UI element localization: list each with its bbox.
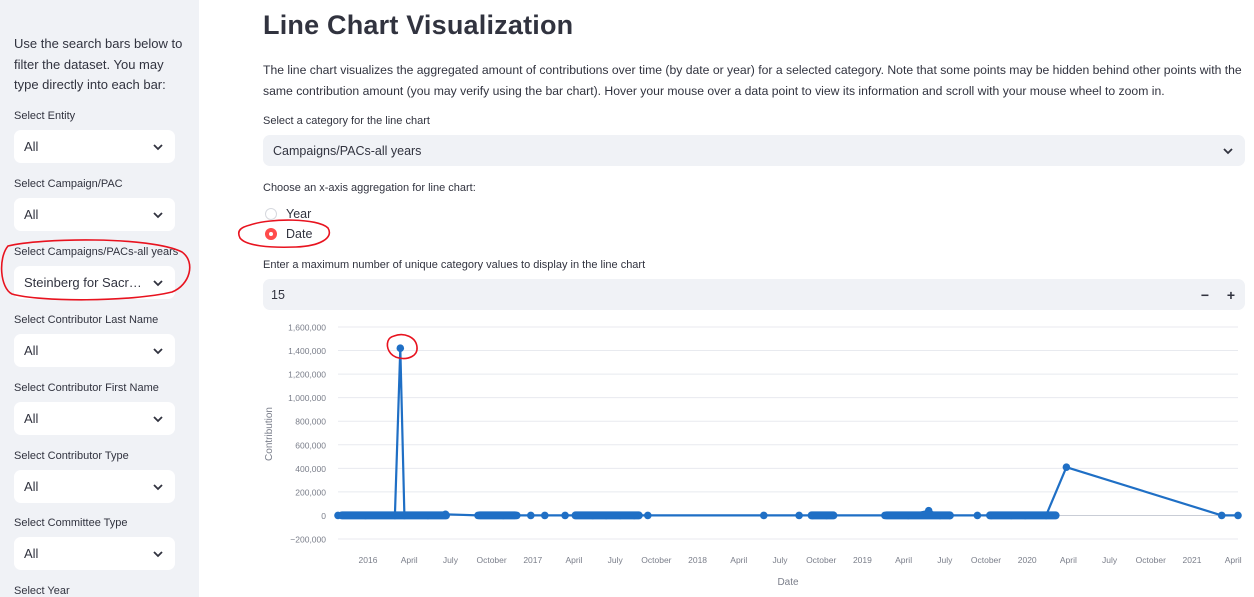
y-tick-label: 1,200,000 (288, 370, 326, 380)
dense-point-cluster (882, 511, 954, 520)
data-point (1217, 511, 1226, 520)
x-tick-label: April (401, 555, 418, 565)
dense-point-cluster (338, 511, 450, 520)
x-tick-label: October (806, 555, 836, 565)
series-line (338, 347, 1238, 517)
data-point (396, 344, 405, 353)
data-point (795, 511, 803, 520)
dense-point-cluster (807, 511, 838, 520)
data-point (1062, 463, 1071, 472)
x-tick-label: 2016 (359, 555, 378, 565)
x-axis-title: Date (777, 577, 799, 588)
y-tick-label: 1,400,000 (288, 346, 326, 356)
x-tick-label: October (1136, 555, 1166, 565)
x-tick-label: July (937, 555, 953, 565)
data-point (760, 511, 768, 520)
y-axis-title: Contribution (264, 407, 275, 461)
dense-point-cluster (571, 511, 643, 520)
x-tick-label: 2020 (1018, 555, 1037, 565)
x-tick-label: 2017 (523, 555, 542, 565)
y-tick-label: 1,600,000 (288, 323, 326, 333)
dense-point-cluster (986, 511, 1060, 520)
y-tick-label: 0 (321, 511, 326, 521)
y-tick-label: 800,000 (295, 417, 326, 427)
x-tick-label: October (971, 555, 1001, 565)
x-tick-label: April (565, 555, 582, 565)
data-point (541, 511, 549, 520)
data-point (561, 511, 569, 520)
y-tick-label: 400,000 (295, 464, 326, 474)
x-tick-label: October (476, 555, 506, 565)
data-point (644, 511, 652, 520)
data-point (973, 511, 982, 520)
x-tick-label: April (895, 555, 912, 565)
dense-point-cluster (475, 511, 520, 520)
data-point (527, 511, 535, 520)
x-tick-label: 2018 (688, 555, 707, 565)
x-tick-label: October (641, 555, 671, 565)
y-tick-label: 200,000 (295, 487, 326, 497)
x-tick-label: July (443, 555, 459, 565)
x-tick-label: April (730, 555, 747, 565)
x-tick-label: July (608, 555, 624, 565)
x-tick-label: 2019 (853, 555, 872, 565)
y-tick-label: 1,000,000 (288, 393, 326, 403)
x-tick-label: July (1102, 555, 1118, 565)
x-tick-label: 2021 (1183, 555, 1202, 565)
y-tick-label: 600,000 (295, 440, 326, 450)
line-chart[interactable]: −200,000 0 200,000 400,000 600,000 800,000 1,0… (0, 0, 1254, 597)
data-point (1234, 511, 1242, 520)
x-tick-label: April (1060, 555, 1077, 565)
x-tick-label: April (1225, 555, 1242, 565)
x-tick-label: July (772, 555, 788, 565)
y-tick-label: −200,000 (290, 535, 326, 545)
